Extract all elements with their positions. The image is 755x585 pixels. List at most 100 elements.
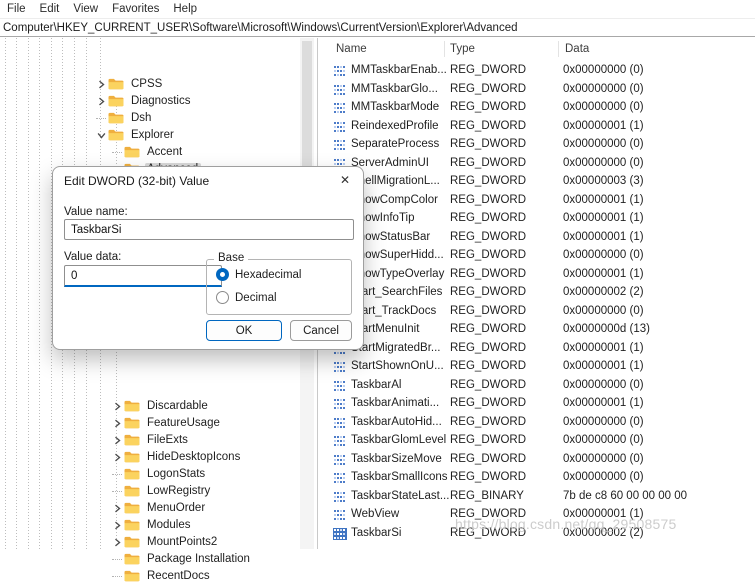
radio-decimal-label: Decimal bbox=[235, 291, 277, 304]
value-name-input[interactable]: TaskbarSi bbox=[64, 219, 354, 240]
tree-item-modules[interactable]: Modules bbox=[110, 517, 193, 533]
chevron-right-icon[interactable] bbox=[110, 517, 124, 533]
tree-item-discardable[interactable]: Discardable bbox=[110, 398, 211, 414]
list-row-taskbaral[interactable]: TaskbarAl REG_DWORD 0x00000000 (0) bbox=[318, 377, 755, 395]
list-row-shellmigrationl[interactable]: ShellMigrationL... REG_DWORD 0x00000003 … bbox=[318, 173, 755, 191]
column-header-type[interactable]: Type bbox=[450, 43, 475, 55]
tree-item-lowregistry[interactable]: LowRegistry bbox=[110, 483, 213, 499]
tree-item-featureusage[interactable]: FeatureUsage bbox=[110, 415, 223, 431]
list-row-mmtaskbarglo[interactable]: MMTaskbarGlo... REG_DWORD 0x00000000 (0) bbox=[318, 81, 755, 99]
address-bar[interactable]: Computer\HKEY_CURRENT_USER\Software\Micr… bbox=[0, 19, 755, 37]
chevron-right-icon[interactable] bbox=[110, 415, 124, 431]
close-icon[interactable]: ✕ bbox=[340, 173, 350, 187]
value-type-cell: REG_DWORD bbox=[450, 82, 527, 95]
tree-item-label: LogonStats bbox=[147, 467, 206, 480]
tree-item-cpss[interactable]: CPSS bbox=[94, 76, 165, 92]
value-type-cell: REG_DWORD bbox=[450, 267, 527, 280]
list-row-start-trackdocs[interactable]: Start_TrackDocs REG_DWORD 0x00000000 (0) bbox=[318, 303, 755, 321]
radio-decimal[interactable]: Decimal bbox=[216, 291, 277, 304]
menu-edit[interactable]: Edit bbox=[35, 2, 66, 17]
cancel-button[interactable]: Cancel bbox=[290, 320, 352, 341]
folder-icon bbox=[124, 553, 140, 565]
tree-item-dsh[interactable]: Dsh bbox=[94, 110, 154, 126]
tree-item-label: Explorer bbox=[131, 128, 174, 141]
chevron-right-icon[interactable] bbox=[110, 432, 124, 448]
value-name-label: Value name: bbox=[64, 206, 128, 218]
list-row-showinfotip[interactable]: ShowInfoTip REG_DWORD 0x00000001 (1) bbox=[318, 210, 755, 228]
folder-icon bbox=[108, 112, 124, 124]
list-row-showcompcolor[interactable]: ShowCompColor REG_DWORD 0x00000001 (1) bbox=[318, 192, 755, 210]
tree-item-fileexts[interactable]: FileExts bbox=[110, 432, 191, 448]
value-type-cell: REG_DWORD bbox=[450, 341, 527, 354]
value-data-cell: 0x00000000 (0) bbox=[563, 156, 644, 169]
menu-file[interactable]: File bbox=[2, 2, 32, 17]
folder-icon bbox=[124, 417, 140, 429]
list-row-taskbarglomlevel[interactable]: TaskbarGlomLevel REG_DWORD 0x00000000 (0… bbox=[318, 432, 755, 450]
list-row-taskbaranimati[interactable]: TaskbarAnimati... REG_DWORD 0x00000001 (… bbox=[318, 395, 755, 413]
column-header-name[interactable]: Name bbox=[336, 43, 367, 55]
value-type-cell: REG_DWORD bbox=[450, 119, 527, 132]
header-separator[interactable] bbox=[444, 41, 445, 57]
list-row-startmigratedbr[interactable]: StartMigratedBr... REG_DWORD 0x00000001 … bbox=[318, 340, 755, 358]
tree-item-package-installation[interactable]: Package Installation bbox=[110, 551, 253, 567]
list-row-start-searchfiles[interactable]: Start_SearchFiles REG_DWORD 0x00000002 (… bbox=[318, 284, 755, 302]
list-row-startmenuinit[interactable]: StartMenuInit REG_DWORD 0x0000000d (13) bbox=[318, 321, 755, 339]
list-row-taskbarsmallicons[interactable]: TaskbarSmallIcons REG_DWORD 0x00000000 (… bbox=[318, 469, 755, 487]
chevron-right-icon[interactable] bbox=[110, 500, 124, 516]
chevron-right-icon[interactable] bbox=[110, 398, 124, 414]
value-name-cell: StartMigratedBr... bbox=[351, 341, 441, 354]
value-name-cell: MMTaskbarEnab... bbox=[351, 64, 447, 76]
radio-hexadecimal[interactable]: Hexadecimal bbox=[216, 268, 301, 281]
list-row-separateprocess[interactable]: SeparateProcess REG_DWORD 0x00000000 (0) bbox=[318, 136, 755, 154]
chevron-right-icon[interactable] bbox=[94, 76, 108, 92]
tree-item-recentdocs[interactable]: RecentDocs bbox=[110, 568, 213, 584]
list-row-mmtaskbarenab[interactable]: MMTaskbarEnab... REG_DWORD 0x00000000 (0… bbox=[318, 62, 755, 80]
tree-item-label: MenuOrder bbox=[147, 501, 206, 514]
tree-item-hidedesktopicons[interactable]: HideDesktopIcons bbox=[110, 449, 243, 465]
list-row-reindexedprofile[interactable]: ReindexedProfile REG_DWORD 0x00000001 (1… bbox=[318, 118, 755, 136]
chevron-down-icon[interactable] bbox=[94, 127, 108, 143]
menu-favorites[interactable]: Favorites bbox=[107, 2, 165, 17]
tree-item-accent[interactable]: Accent bbox=[110, 144, 185, 160]
tree-item-explorer[interactable]: Explorer bbox=[94, 127, 177, 143]
chevron-right-icon[interactable] bbox=[94, 93, 108, 109]
chevron-right-icon[interactable] bbox=[110, 449, 124, 465]
value-data-cell: 0x00000001 (1) bbox=[563, 119, 644, 132]
list-row-showstatusbar[interactable]: ShowStatusBar REG_DWORD 0x00000001 (1) bbox=[318, 229, 755, 247]
tree-item-label: Discardable bbox=[147, 399, 208, 412]
list-row-taskbarstatelast[interactable]: TaskbarStateLast... REG_BINARY 7b de c8 … bbox=[318, 488, 755, 506]
value-type-cell: REG_DWORD bbox=[450, 175, 527, 187]
value-data-cell: 0x00000000 (0) bbox=[563, 101, 644, 113]
menu-view[interactable]: View bbox=[68, 2, 104, 17]
ok-button[interactable]: OK bbox=[206, 320, 282, 341]
tree-item-label: FeatureUsage bbox=[147, 416, 220, 429]
value-name-cell: TaskbarGlomLevel bbox=[351, 434, 447, 446]
list-row-taskbarautohid[interactable]: TaskbarAutoHid... REG_DWORD 0x00000000 (… bbox=[318, 414, 755, 432]
list-row-showtypeoverlay[interactable]: ShowTypeOverlay REG_DWORD 0x00000001 (1) bbox=[318, 266, 755, 284]
chevron-right-icon[interactable] bbox=[110, 534, 124, 550]
value-type-cell: REG_DWORD bbox=[450, 397, 527, 409]
reg-dword-icon bbox=[333, 65, 347, 77]
value-name-cell: ServerAdminUI bbox=[351, 156, 429, 169]
value-type-cell: REG_DWORD bbox=[450, 64, 527, 76]
list-row-showsuperhidd[interactable]: ShowSuperHidd... REG_DWORD 0x00000000 (0… bbox=[318, 247, 755, 265]
tree-item-mountpoints2[interactable]: MountPoints2 bbox=[110, 534, 220, 550]
value-type-cell: REG_DWORD bbox=[450, 378, 527, 391]
reg-dword-icon bbox=[333, 472, 347, 484]
list-row-startshownonu[interactable]: StartShownOnU... REG_DWORD 0x00000001 (1… bbox=[318, 358, 755, 376]
value-type-cell: REG_DWORD bbox=[450, 286, 527, 298]
value-data-input[interactable]: 0 bbox=[64, 265, 222, 287]
value-data-cell: 0x00000001 (1) bbox=[563, 193, 644, 206]
tree-item-diagnostics[interactable]: Diagnostics bbox=[94, 93, 193, 109]
column-header-data[interactable]: Data bbox=[565, 43, 589, 55]
reg-dword-icon bbox=[333, 83, 347, 96]
header-separator[interactable] bbox=[558, 41, 559, 57]
tree-item-logonstats[interactable]: LogonStats bbox=[110, 466, 208, 482]
list-row-taskbarsizemove[interactable]: TaskbarSizeMove REG_DWORD 0x00000000 (0) bbox=[318, 451, 755, 469]
menu-help[interactable]: Help bbox=[168, 2, 203, 17]
tree-item-menuorder[interactable]: MenuOrder bbox=[110, 500, 208, 516]
list-row-mmtaskbarmode[interactable]: MMTaskbarMode REG_DWORD 0x00000000 (0) bbox=[318, 99, 755, 117]
value-type-cell: REG_DWORD bbox=[450, 304, 527, 317]
list-row-serveradminui[interactable]: ServerAdminUI REG_DWORD 0x00000000 (0) bbox=[318, 155, 755, 173]
tree-item-label: LowRegistry bbox=[147, 484, 211, 497]
